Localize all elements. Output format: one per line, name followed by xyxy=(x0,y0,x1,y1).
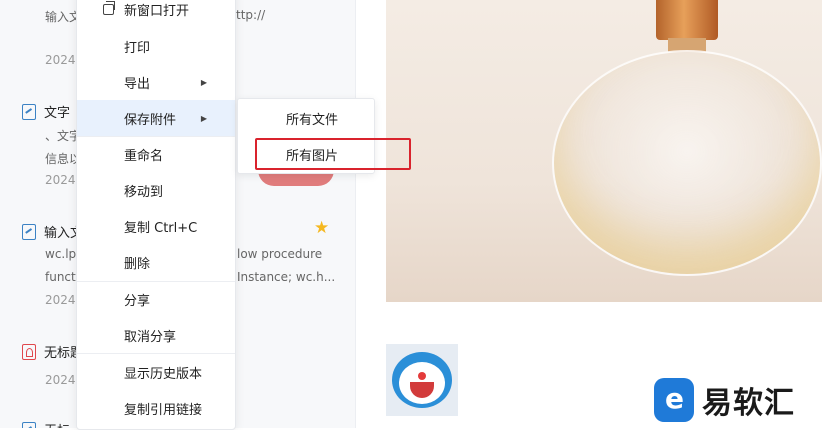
menu-item-label: 复制引用链接 xyxy=(124,402,203,418)
pdf-icon xyxy=(22,343,36,360)
menu-print[interactable]: 打印 xyxy=(77,28,235,64)
note-snippet-peek: low procedure xyxy=(237,247,323,261)
menu-delete[interactable]: 删除 xyxy=(77,244,235,280)
menu-item-label: 删除 xyxy=(124,256,151,272)
menu-item-label: 打印 xyxy=(124,40,151,56)
logo-icon xyxy=(654,378,694,422)
menu-item-label: 导出 xyxy=(124,76,151,92)
doraemon-nose xyxy=(418,372,426,380)
menu-copy-reference-link[interactable]: 复制引用链接 xyxy=(77,390,235,426)
note-title: 无标 xyxy=(44,420,70,428)
menu-rename[interactable]: 重命名 xyxy=(77,136,235,172)
menu-item-label: 分享 xyxy=(124,293,151,309)
menu-item-label: 保存附件 xyxy=(124,112,177,128)
new-window-icon xyxy=(103,0,115,15)
note-snippet-peek: ttp:// xyxy=(236,8,266,22)
menu-unshare[interactable]: 取消分享 xyxy=(77,317,235,353)
perfume-bottle-image xyxy=(386,0,822,302)
menu-item-label: 新窗口打开 xyxy=(124,3,190,19)
note-date: 2024- xyxy=(45,373,80,387)
menu-share[interactable]: 分享 xyxy=(77,281,235,317)
menu-show-history[interactable]: 显示历史版本 xyxy=(77,354,235,390)
note-date: 2024- xyxy=(45,53,80,67)
document-icon xyxy=(22,421,36,428)
menu-item-label: 取消分享 xyxy=(124,329,177,345)
menu-item-label: 重命名 xyxy=(124,148,164,164)
document-icon xyxy=(22,223,36,240)
doraemon-image xyxy=(386,344,458,416)
note-snippet-peek: Instance; wc.h... xyxy=(237,270,336,284)
chevron-right-icon: ▶ xyxy=(200,77,207,87)
note-snippet: wc.lp xyxy=(45,247,77,261)
context-menu: 新窗口打开 打印 导出 ▶ 保存附件 ▶ 重命名 移动到 复制 Ctrl+C 删… xyxy=(76,0,236,430)
note-date: 2024- xyxy=(45,173,80,187)
star-icon[interactable]: ★ xyxy=(314,220,329,237)
menu-open-new-window[interactable]: 新窗口打开 xyxy=(77,0,235,27)
menu-item-label: 移动到 xyxy=(124,184,164,200)
menu-save-attachments[interactable]: 保存附件 ▶ xyxy=(77,100,235,136)
menu-copy[interactable]: 复制 Ctrl+C xyxy=(77,208,235,244)
highlight-box xyxy=(255,138,411,170)
bottle-cap xyxy=(656,0,718,40)
menu-item-label: 显示历史版本 xyxy=(124,366,203,382)
menu-export[interactable]: 导出 ▶ xyxy=(77,64,235,100)
note-date: 2024- xyxy=(45,293,80,307)
note-snippet: functi xyxy=(45,270,80,284)
menu-item-label: 复制 Ctrl+C xyxy=(124,220,198,236)
menu-move-to[interactable]: 移动到 xyxy=(77,172,235,208)
note-title: 文字 xyxy=(44,106,71,121)
bottle-body xyxy=(552,50,822,276)
document-icon xyxy=(22,103,36,120)
chevron-right-icon: ▶ xyxy=(200,113,207,123)
watermark-text: 易软汇 xyxy=(702,386,795,421)
submenu-all-files[interactable]: 所有文件 xyxy=(286,109,338,128)
watermark-logo: 易软汇 xyxy=(654,378,795,422)
